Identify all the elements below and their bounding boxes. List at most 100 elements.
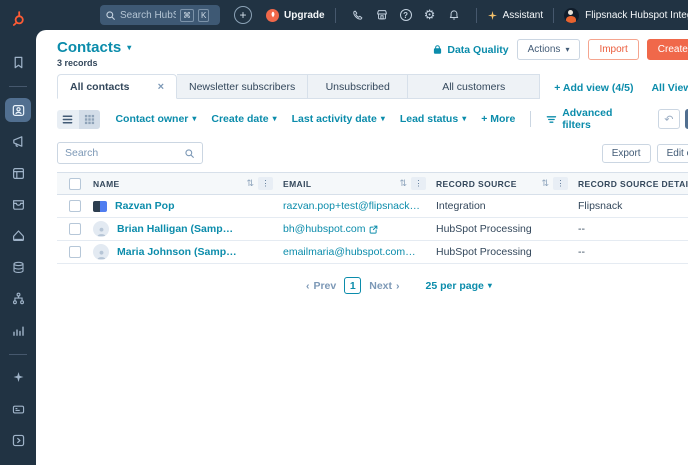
record-source-detail-cell: --: [578, 223, 688, 235]
advanced-filters-button[interactable]: Advanced filters: [546, 107, 643, 131]
filter-create-date[interactable]: Create date▾: [211, 113, 276, 125]
contact-name-link[interactable]: Brian Halligan (Samp…: [117, 223, 233, 235]
table-row: Razvan Pop razvan.pop+test@flipsnack… In…: [57, 195, 688, 218]
data-model-icon[interactable]: [5, 397, 31, 421]
plus-icon: +: [239, 8, 246, 22]
prev-page-button[interactable]: ‹ Prev: [306, 280, 336, 292]
chevron-down-icon: ▾: [127, 44, 131, 52]
tab-unsubscribed[interactable]: Unsubscribed: [308, 74, 408, 99]
sort-icon[interactable]: ⇅: [541, 178, 549, 189]
record-source-cell: Integration: [436, 200, 578, 212]
sort-icon[interactable]: ⇅: [246, 178, 254, 189]
table-row: Maria Johnson (Samp… emailmaria@hubspot.…: [57, 241, 688, 264]
marketing-icon[interactable]: [5, 129, 31, 153]
select-all-checkbox[interactable]: [69, 178, 81, 190]
contact-name-link[interactable]: Razvan Pop: [115, 200, 175, 212]
assistant-label: Assistant: [503, 10, 544, 21]
hubspot-logo-icon[interactable]: [5, 6, 31, 30]
help-icon[interactable]: ?: [394, 5, 418, 25]
close-icon[interactable]: ×: [158, 81, 164, 93]
next-page-button[interactable]: Next ›: [369, 280, 399, 292]
chevron-down-icon: ▾: [381, 115, 385, 123]
contact-email-link[interactable]: emailmaria@hubspot.com…: [283, 246, 416, 258]
board-view-button[interactable]: [79, 110, 101, 129]
content-icon[interactable]: [5, 161, 31, 185]
page-number-button[interactable]: 1: [344, 277, 361, 294]
k-key-badge: K: [198, 9, 209, 22]
external-link-icon[interactable]: [369, 225, 378, 234]
more-filters-button[interactable]: + More: [481, 113, 515, 125]
tab-all-customers[interactable]: All customers: [408, 74, 540, 99]
settings-gear-icon[interactable]: ⚙: [418, 5, 442, 25]
create-contact-button[interactable]: Create contact: [647, 39, 688, 60]
collapse-nav-icon[interactable]: [5, 429, 31, 453]
main-column: ⌘ K + Upgrade ? ⚙: [36, 0, 688, 465]
assistant-button[interactable]: Assistant: [487, 10, 544, 21]
account-menu[interactable]: Flipsnack Hubspot Integration ▾: [564, 8, 688, 23]
filter-icon: [546, 114, 557, 125]
tab-all-contacts[interactable]: All contacts ×: [57, 74, 177, 99]
contacts-table: NAME ⇅⋮ EMAIL ⇅⋮ RECORD SOURCE ⇅⋮ RECORD…: [57, 172, 688, 264]
marketplace-icon[interactable]: [370, 5, 394, 25]
table-row: Brian Halligan (Samp… bh@hubspot.com Hub…: [57, 218, 688, 241]
row-checkbox[interactable]: [69, 200, 81, 212]
chevron-down-icon: ▾: [192, 115, 196, 123]
sales-icon[interactable]: [5, 224, 31, 248]
bookmarks-icon[interactable]: [5, 50, 31, 74]
filter-last-activity-date[interactable]: Last activity date▾: [292, 113, 385, 125]
tab-newsletter-subscribers[interactable]: Newsletter subscribers: [177, 74, 308, 99]
record-source-cell: HubSpot Processing: [436, 246, 578, 258]
data-quality-link[interactable]: Data Quality: [432, 44, 508, 56]
contacts-page: Contacts ▾ 3 records Data Quality Action…: [36, 30, 688, 465]
view-mode-toggle: [57, 110, 100, 129]
table-search[interactable]: [57, 142, 203, 164]
list-view-button[interactable]: [57, 110, 79, 129]
global-search-input[interactable]: [120, 10, 176, 21]
import-button[interactable]: Import: [588, 39, 638, 60]
commerce-icon[interactable]: [5, 192, 31, 216]
record-source-detail-cell: Flipsnack: [578, 200, 688, 212]
notifications-bell-icon[interactable]: [442, 5, 466, 25]
topbar-divider: [335, 8, 336, 23]
edit-columns-button[interactable]: Edit columns: [657, 144, 688, 163]
reporting-icon[interactable]: [5, 318, 31, 342]
contact-email-link[interactable]: razvan.pop+test@flipsnack…: [283, 200, 420, 212]
topbar-divider: [476, 8, 477, 23]
page-title: Contacts: [57, 39, 121, 56]
column-menu-button[interactable]: ⋮: [411, 177, 426, 190]
filter-bar: Contact owner▾ Create date▾ Last activit…: [36, 99, 688, 137]
add-view-link[interactable]: + Add view (4/5): [554, 82, 633, 94]
data-icon[interactable]: [5, 255, 31, 279]
divider: [530, 111, 531, 127]
undo-button[interactable]: ↶: [658, 109, 680, 129]
filter-contact-owner[interactable]: Contact owner▾: [115, 113, 196, 125]
per-page-dropdown[interactable]: 25 per page ▾: [426, 280, 492, 292]
table-search-input[interactable]: [65, 147, 180, 159]
crm-contacts-icon[interactable]: [5, 98, 31, 122]
column-menu-button[interactable]: ⋮: [258, 177, 273, 190]
calling-icon[interactable]: [346, 5, 370, 25]
all-views-link[interactable]: All Views: [651, 82, 688, 94]
breeze-ai-icon[interactable]: [5, 366, 31, 390]
filter-lead-status[interactable]: Lead status▾: [400, 113, 466, 125]
contact-name-link[interactable]: Maria Johnson (Samp…: [117, 246, 237, 258]
upgrade-button[interactable]: Upgrade: [266, 9, 325, 22]
row-checkbox[interactable]: [69, 246, 81, 258]
quick-create-button[interactable]: +: [234, 6, 252, 24]
column-header-record-source-detail: RECORD SOURCE DETAI… ⇅⋮: [578, 177, 688, 190]
sort-icon[interactable]: ⇅: [399, 178, 407, 189]
export-button[interactable]: Export: [602, 144, 651, 163]
contact-avatar-placeholder: [93, 244, 109, 260]
actions-button[interactable]: Actions ▾: [517, 39, 581, 60]
contact-avatar-placeholder: [93, 221, 109, 237]
column-menu-button[interactable]: ⋮: [553, 177, 568, 190]
global-search[interactable]: ⌘ K: [100, 5, 220, 25]
page-title-dropdown[interactable]: Contacts ▾: [57, 39, 131, 56]
chevron-down-icon: ▾: [462, 115, 466, 123]
nav-divider: [9, 354, 27, 355]
undo-icon: ↶: [664, 113, 673, 126]
row-checkbox[interactable]: [69, 223, 81, 235]
search-icon: [184, 148, 195, 159]
automations-icon[interactable]: [5, 287, 31, 311]
contact-email-link[interactable]: bh@hubspot.com: [283, 223, 365, 235]
